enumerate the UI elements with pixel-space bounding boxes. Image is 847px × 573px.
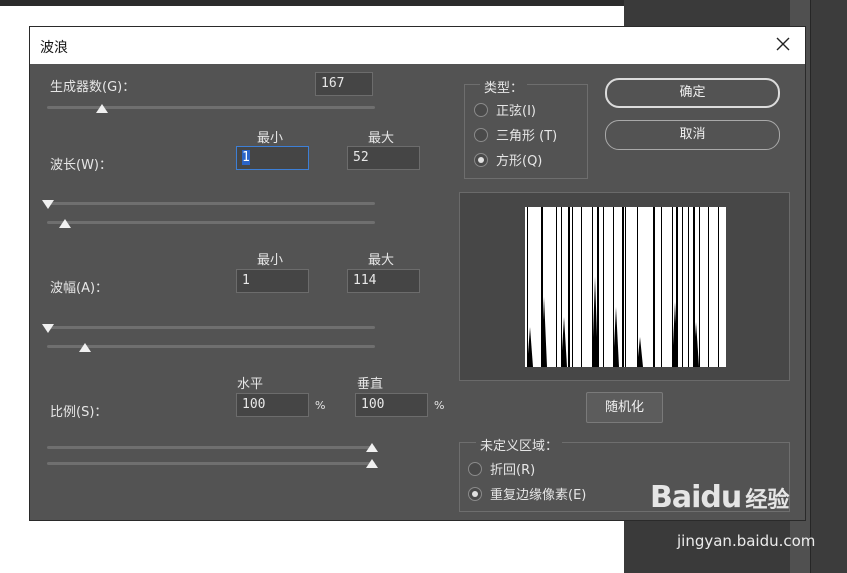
- amplitude-max-slider-track[interactable]: [47, 345, 375, 348]
- wave-preview: [459, 192, 790, 381]
- cancel-button[interactable]: 取消: [605, 120, 780, 150]
- wavelength-min-slider-track[interactable]: [47, 202, 375, 205]
- radio-label: 方形(Q): [496, 154, 543, 169]
- radio-label: 折回(R): [490, 463, 536, 478]
- scale-vertical-unit: %: [434, 399, 445, 412]
- generators-field[interactable]: 167: [315, 72, 373, 96]
- scale-horizontal-slider-thumb[interactable]: [366, 443, 378, 452]
- wavelength-min-field[interactable]: 1: [236, 146, 309, 170]
- radio-circle: [474, 102, 488, 117]
- radio-circle: [468, 461, 482, 476]
- amplitude-max-slider-thumb[interactable]: [79, 343, 91, 352]
- amplitude-max-field[interactable]: 114: [347, 269, 420, 293]
- scale-horizontal-unit: %: [315, 399, 326, 412]
- radio-label: 正弦(I): [496, 104, 536, 119]
- scale-vertical-header: 垂直: [357, 377, 384, 392]
- scale-horizontal-header: 水平: [237, 377, 264, 392]
- radio-circle-selected: [468, 486, 482, 501]
- watermark-brand: Baidu: [650, 480, 742, 515]
- scale-vertical-field[interactable]: 100: [355, 393, 428, 417]
- scale-vertical-slider-track[interactable]: [47, 462, 375, 465]
- wavelength-max-field[interactable]: 52: [347, 146, 420, 170]
- repeat-edge-pixels-radio[interactable]: 重复边缘像素(E): [468, 484, 586, 503]
- preview-stripes: [525, 207, 726, 367]
- radio-label: 重复边缘像素(E): [490, 488, 587, 503]
- amplitude-max-header: 最大: [368, 253, 395, 268]
- baidu-watermark: Baidu 经验 jingyan.baidu.com: [650, 480, 815, 550]
- amplitude-min-header: 最小: [257, 253, 284, 268]
- scale-horizontal-slider-track[interactable]: [47, 446, 375, 449]
- type-legend: 类型：: [480, 77, 528, 96]
- wavelength-min-slider-thumb[interactable]: [42, 200, 54, 209]
- amplitude-min-slider-thumb[interactable]: [42, 324, 54, 333]
- generators-label: 生成器数(G)：: [50, 80, 136, 95]
- close-icon[interactable]: [773, 34, 793, 54]
- wavelength-max-slider-track[interactable]: [47, 221, 375, 224]
- amplitude-min-slider-track[interactable]: [47, 326, 375, 329]
- radio-label: 三角形 (T): [496, 129, 558, 144]
- dialog-title: 波浪: [40, 40, 68, 56]
- type-sine-radio[interactable]: 正弦(I): [474, 100, 536, 119]
- scale-label: 比例(S)：: [50, 405, 108, 420]
- wavelength-max-header: 最大: [368, 131, 395, 146]
- type-square-radio[interactable]: 方形(Q): [474, 150, 542, 169]
- wavelength-label: 波长(W)：: [50, 158, 112, 173]
- wavelength-max-slider-thumb[interactable]: [59, 219, 71, 228]
- amplitude-min-field[interactable]: 1: [236, 269, 309, 293]
- undefined-area-legend: 未定义区域：: [476, 435, 563, 454]
- amplitude-label: 波幅(A)：: [50, 281, 109, 296]
- radio-circle: [474, 127, 488, 142]
- dialog-titlebar[interactable]: 波浪: [30, 27, 805, 64]
- scale-vertical-slider-thumb[interactable]: [366, 459, 378, 468]
- wavelength-min-header: 最小: [257, 131, 284, 146]
- watermark-product: 经验: [745, 488, 790, 513]
- generators-slider-thumb[interactable]: [96, 104, 108, 113]
- wrap-around-radio[interactable]: 折回(R): [468, 459, 535, 478]
- app-scrollbar-edge[interactable]: [810, 0, 847, 573]
- scale-horizontal-field[interactable]: 100: [236, 393, 309, 417]
- watermark-url: jingyan.baidu.com: [677, 532, 816, 550]
- randomize-button[interactable]: 随机化: [586, 392, 663, 423]
- wave-dialog: 波浪 生成器数(G)： 167 最小 最大 波长(W)： 1 52 最小 最大 …: [29, 26, 806, 521]
- ok-button[interactable]: 确定: [605, 78, 780, 108]
- radio-circle-selected: [474, 152, 488, 167]
- type-triangle-radio[interactable]: 三角形 (T): [474, 125, 557, 144]
